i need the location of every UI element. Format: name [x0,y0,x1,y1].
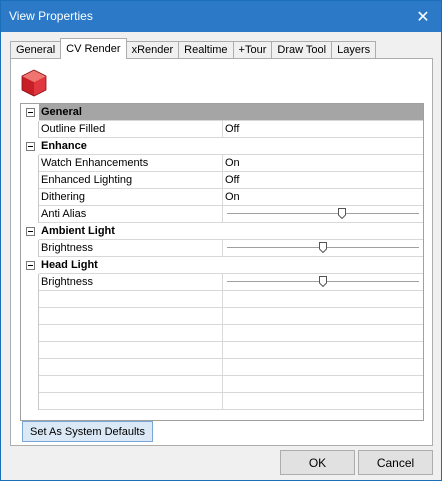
slider-track [227,213,419,214]
empty-row [21,393,423,410]
empty-cell [21,308,39,325]
empty-cell [223,376,423,393]
property-row[interactable]: Brightness [21,240,423,257]
property-slider[interactable] [223,206,423,223]
red-cube-icon [21,69,47,97]
slider-thumb-icon[interactable] [319,276,327,287]
slider[interactable] [227,206,419,222]
category-row[interactable]: Head Light [21,257,423,274]
close-icon[interactable]: ✕ [405,1,441,32]
row-gutter [21,121,39,138]
empty-cell [21,376,39,393]
tab-panel-cv-render: General Outline Filled Off Enhance Watch Enh… [10,58,433,446]
empty-row [21,359,423,376]
empty-cell [21,393,39,410]
tab-draw-tool[interactable]: Draw Tool [271,41,333,59]
tab-realtime[interactable]: Realtime [178,41,234,59]
property-slider[interactable] [223,274,423,291]
empty-cell [39,291,223,308]
property-slider[interactable] [223,240,423,257]
empty-cell [21,359,39,376]
category-label: Head Light [39,257,423,274]
empty-cell [223,291,423,308]
row-gutter [21,155,39,172]
tab-xrender[interactable]: xRender [125,41,180,59]
empty-cell [39,376,223,393]
empty-cell [21,342,39,359]
category-label: General [39,104,423,121]
empty-row [21,376,423,393]
row-gutter [21,223,39,240]
property-name: Outline Filled [39,121,223,138]
row-gutter [21,172,39,189]
collapse-minus-icon[interactable] [25,108,35,117]
category-row[interactable]: General [21,104,423,121]
row-gutter [21,138,39,155]
row-gutter [21,206,39,223]
slider-thumb-icon[interactable] [338,208,347,219]
property-value[interactable]: Off [223,121,423,138]
property-name: Enhanced Lighting [39,172,223,189]
empty-cell [223,342,423,359]
property-value[interactable]: Off [223,172,423,189]
cancel-button[interactable]: Cancel [358,450,433,475]
empty-cell [39,308,223,325]
property-row[interactable]: Brightness [21,274,423,291]
property-row[interactable]: Dithering On [21,189,423,206]
property-value[interactable]: On [223,189,423,206]
tab-general[interactable]: General [10,41,62,59]
row-gutter [21,240,39,257]
category-label: Ambient Light [39,223,423,240]
category-row[interactable]: Ambient Light [21,223,423,240]
category-row[interactable]: Enhance [21,138,423,155]
property-row[interactable]: Anti Alias [21,206,423,223]
property-name: Brightness [39,240,223,257]
title-bar: View Properties ✕ [1,1,441,32]
tab-strip: General CV Render xRender Realtime +Tour Draw… [10,38,377,59]
property-name: Anti Alias [39,206,223,223]
empty-cell [223,308,423,325]
property-name: Dithering [39,189,223,206]
slider-thumb-icon[interactable] [319,242,327,253]
slider[interactable] [227,274,419,290]
property-row[interactable]: Enhanced Lighting Off [21,172,423,189]
empty-cell [39,359,223,376]
set-system-defaults-button[interactable]: Set As System Defaults [22,421,153,442]
property-name: Brightness [39,274,223,291]
slider[interactable] [227,240,419,256]
collapse-minus-icon[interactable] [25,142,35,151]
property-row[interactable]: Watch Enhancements On [21,155,423,172]
collapse-minus-icon[interactable] [25,227,35,236]
view-properties-dialog: View Properties ✕ General CV Render xRende… [0,0,442,481]
empty-cell [223,325,423,342]
empty-cell [21,325,39,342]
empty-row [21,291,423,308]
tab-cv-render[interactable]: CV Render [60,38,127,59]
property-row[interactable]: Outline Filled Off [21,121,423,138]
row-gutter [21,104,39,121]
window-title: View Properties [9,9,93,23]
empty-row [21,308,423,325]
empty-cell [39,393,223,410]
tab-layers[interactable]: Layers [331,41,377,59]
empty-cell [39,342,223,359]
category-label: Enhance [39,138,423,155]
empty-row [21,325,423,342]
collapse-minus-icon[interactable] [25,261,35,270]
property-name: Watch Enhancements [39,155,223,172]
row-gutter [21,274,39,291]
property-value[interactable]: On [223,155,423,172]
empty-cell [223,393,423,410]
empty-cell [39,325,223,342]
empty-cell [21,291,39,308]
empty-row [21,342,423,359]
row-gutter [21,189,39,206]
empty-cell [223,359,423,376]
tab-tour[interactable]: +Tour [232,41,273,59]
property-grid: General Outline Filled Off Enhance Watch Enh… [20,103,424,421]
ok-button[interactable]: OK [280,450,355,475]
row-gutter [21,257,39,274]
